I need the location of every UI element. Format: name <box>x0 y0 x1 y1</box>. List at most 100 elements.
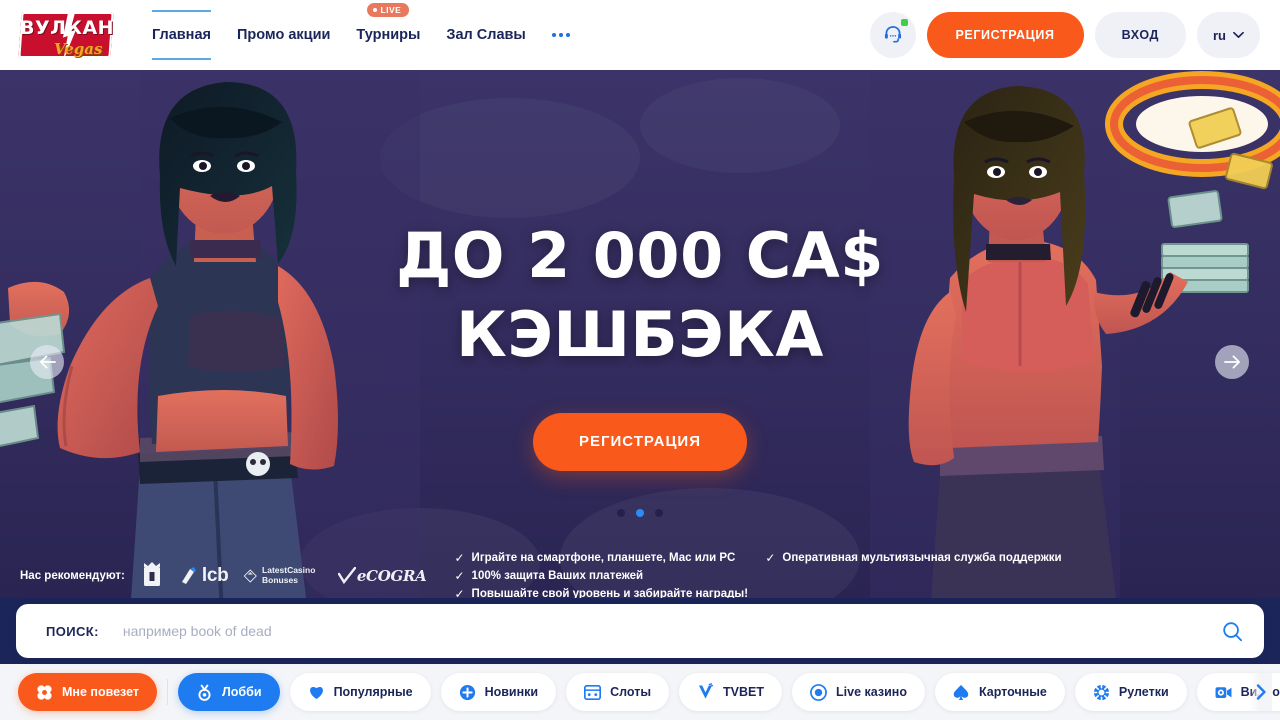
lcb-logo[interactable]: lcb <box>178 565 229 587</box>
search-input[interactable] <box>122 623 1214 639</box>
check-mark-icon <box>337 567 356 585</box>
askgamblers-icon[interactable] <box>141 561 163 591</box>
tvbet-icon <box>697 683 714 701</box>
carousel-dot-1[interactable] <box>617 509 625 517</box>
trust-label: Нас рекомендуют: <box>20 570 125 582</box>
tab-label: Карточные <box>978 685 1047 699</box>
hero-title: ДО 2 000 CA$ КЭШБЭКА <box>396 216 884 375</box>
hero-title-line1: ДО 2 000 CA$ <box>396 219 884 292</box>
carousel-prev-button[interactable] <box>30 345 64 379</box>
hero-title-line2: КЭШБЭКА <box>456 298 824 372</box>
check-icon: ✓ <box>765 551 776 565</box>
dot-icon <box>551 33 556 37</box>
nav-label: Промо акции <box>236 27 331 43</box>
feature-list: ✓ Играйте на смартфоне, планшете, Мас ил… <box>454 551 1260 601</box>
language-label: ru <box>1213 27 1226 43</box>
shield-crown-icon <box>143 562 160 586</box>
online-status-indicator <box>900 19 908 26</box>
category-tabs: Мне повезет Лобби Популярные Новинки Сло… <box>0 664 1280 720</box>
main-nav: Главная Промо акции LIVE Турниры Зал Сла… <box>152 3 570 60</box>
site-logo[interactable]: ВУЛКАН Vegas <box>18 9 114 61</box>
live-dot-icon <box>373 8 378 12</box>
category-bar: Мне повезет Лобби Популярные Новинки Сло… <box>0 664 1280 720</box>
heart-icon <box>308 684 325 701</box>
latestcasinobonuses-logo[interactable]: LatestCasino Bonuses <box>243 565 322 587</box>
tab-label: Мне повезет <box>62 685 140 699</box>
nav-label: Турниры <box>356 27 421 43</box>
plus-circle-icon <box>459 684 476 701</box>
spade-icon <box>953 684 970 701</box>
register-button[interactable]: РЕГИСТРАЦИЯ <box>926 12 1084 58</box>
hero-register-button[interactable]: РЕГИСТРАЦИЯ <box>533 412 747 471</box>
tab-new[interactable]: Новинки <box>440 673 557 711</box>
dot-icon <box>565 33 570 37</box>
tab-slots[interactable]: Слоты <box>566 673 670 711</box>
slot-machine-icon <box>584 684 602 701</box>
search-bar: ПОИСК: <box>16 604 1264 658</box>
feature-text: Играйте на смартфоне, планшете, Мас или … <box>471 552 736 564</box>
feature-item: ✓ Играйте на смартфоне, планшете, Мас ил… <box>454 551 735 565</box>
hero-content: ДО 2 000 CA$ КЭШБЭКА РЕГИСТРАЦИЯ <box>0 68 1280 608</box>
check-icon: ✓ <box>454 551 465 565</box>
feature-item: ✓ 100% защита Ваших платежей <box>454 569 643 583</box>
tab-lucky[interactable]: Мне повезет <box>18 673 158 711</box>
chevron-right-icon <box>1256 684 1266 700</box>
clover-icon <box>36 684 53 701</box>
hero-banner: ДО 2 000 CA$ КЭШБЭКА РЕГИСТРАЦИЯ Нас рек… <box>0 68 1280 608</box>
medal-icon <box>196 683 213 701</box>
nav-item-promotions[interactable]: Промо акции <box>237 21 330 49</box>
check-icon: ✓ <box>454 569 465 583</box>
carousel-dot-3[interactable] <box>655 509 663 517</box>
tab-tvbet[interactable]: TVBET <box>679 673 783 711</box>
search-icon <box>1222 621 1242 641</box>
carousel-dot-2[interactable] <box>636 509 644 517</box>
tab-label: Слоты <box>610 685 652 699</box>
nav-item-tournaments[interactable]: LIVE Турниры <box>356 3 421 49</box>
arrow-left-icon <box>39 355 56 369</box>
nav-label: Зал Славы <box>446 27 526 43</box>
tab-live-casino[interactable]: Live казино <box>792 673 925 711</box>
lcb-text: lcb <box>201 565 229 586</box>
logo-sub-text: Vegas <box>54 40 103 58</box>
nav-more-icon[interactable] <box>551 33 570 37</box>
live-badge-label: LIVE <box>380 5 402 15</box>
lcb-mark-icon <box>181 567 196 584</box>
search-submit-button[interactable] <box>1214 613 1250 649</box>
tab-card-games[interactable]: Карточные <box>934 673 1065 711</box>
tab-label: Live казино <box>836 685 907 699</box>
support-button[interactable] <box>869 12 916 58</box>
carousel-dots <box>617 509 663 517</box>
search-label: ПОИСК: <box>46 623 99 639</box>
tab-label: TVBET <box>723 685 765 699</box>
chevron-down-icon <box>1233 31 1244 38</box>
lcb-bonuses-text: LatestCasino Bonuses <box>262 565 316 585</box>
feature-text: 100% защита Ваших платежей <box>471 570 644 582</box>
ecogra-text: eCOGRA <box>356 567 427 585</box>
nav-item-home[interactable]: Главная <box>152 10 211 60</box>
diamond-outline-icon <box>244 569 258 583</box>
carousel-next-button[interactable] <box>1215 345 1249 379</box>
site-header: ВУЛКАН Vegas Главная Промо акции LIVE Ту… <box>0 0 1280 70</box>
nav-item-hall-of-fame[interactable]: Зал Славы <box>446 21 525 49</box>
login-button[interactable]: ВХОД <box>1094 12 1186 58</box>
tab-separator <box>167 679 169 705</box>
header-actions: РЕГИСТРАЦИЯ ВХОД ru <box>869 12 1260 58</box>
ecogra-logo[interactable]: eCOGRA <box>337 567 427 585</box>
tab-label: Популярные <box>333 685 413 699</box>
tab-lobby[interactable]: Лобби <box>178 673 280 711</box>
tab-popular[interactable]: Популярные <box>289 673 431 711</box>
language-selector[interactable]: ru <box>1197 12 1260 58</box>
video-poker-icon <box>1215 684 1232 701</box>
headset-icon <box>884 26 901 43</box>
categories-next-button[interactable] <box>1250 673 1272 711</box>
tab-label: Лобби <box>222 685 262 699</box>
tab-label: Рулетки <box>1118 685 1169 699</box>
nav-label: Главная <box>152 27 211 43</box>
feature-text: Оперативная мультиязычная служба поддерж… <box>782 552 1062 564</box>
feature-item: ✓ Оперативная мультиязычная служба подде… <box>765 551 1061 565</box>
target-icon <box>810 683 827 701</box>
dot-icon <box>558 33 563 37</box>
live-badge: LIVE <box>367 3 410 17</box>
trust-bar: Нас рекомендуют: lcb LatestCasino Bonuse… <box>0 550 1280 602</box>
tab-roulette[interactable]: Рулетки <box>1074 673 1187 711</box>
